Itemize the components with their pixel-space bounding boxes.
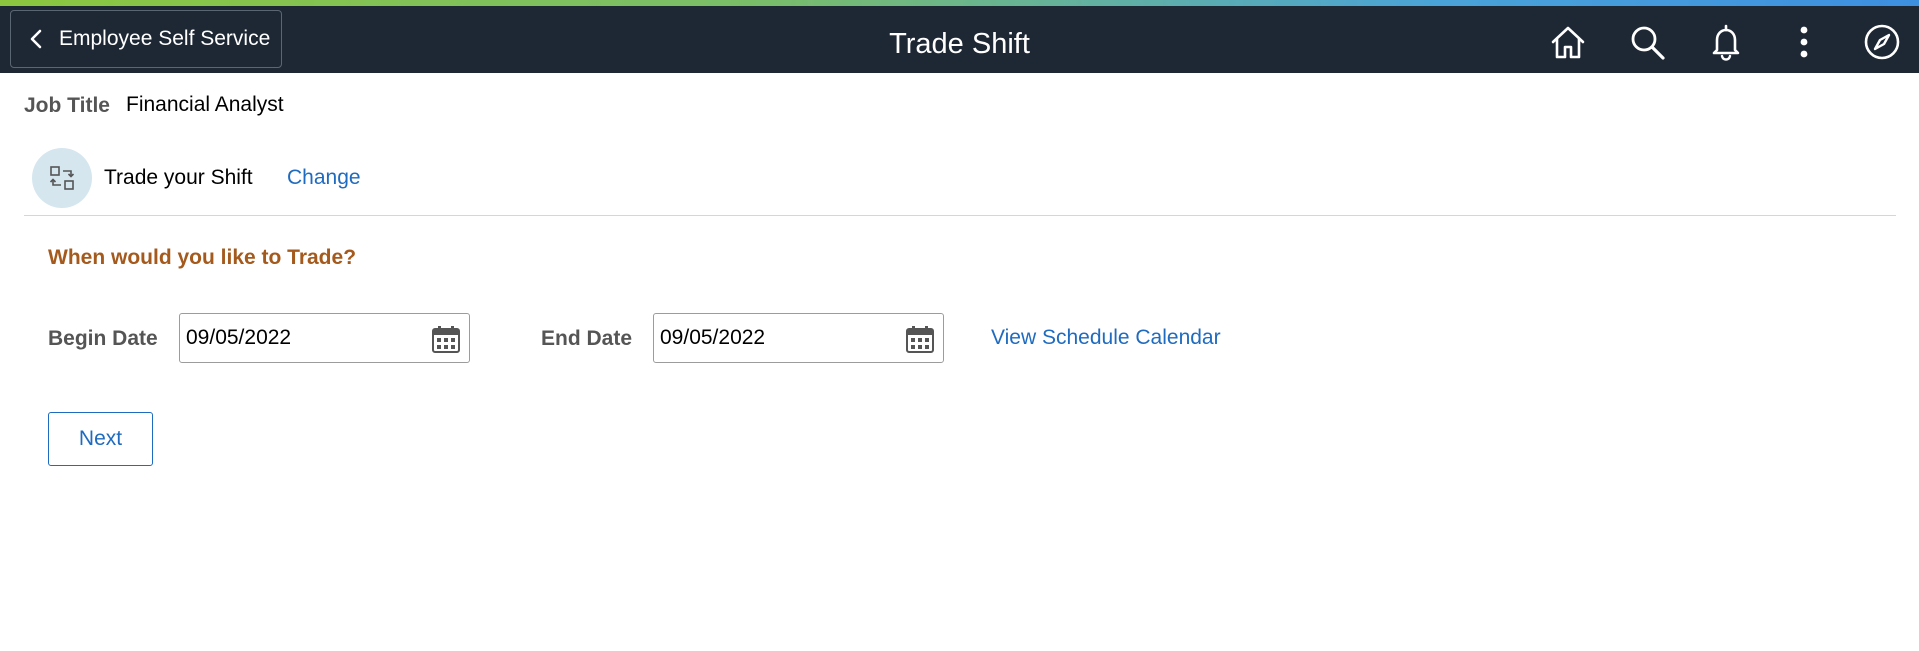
end-date-label: End Date [541,327,633,350]
next-button[interactable]: Next [48,412,153,466]
begin-date-label: Begin Date [48,327,158,350]
search-icon[interactable] [1627,22,1667,62]
compass-icon[interactable] [1862,22,1902,62]
trade-question: When would you like to Trade? [48,246,357,269]
bell-icon[interactable] [1706,22,1746,62]
begin-date-input[interactable] [186,326,416,350]
header-bar: Employee Self Service Trade Shift [0,6,1919,73]
begin-date-field[interactable] [179,313,470,363]
job-title-label: Job Title [24,94,110,117]
job-title-value: Financial Analyst [126,93,284,116]
calendar-icon[interactable] [431,324,461,354]
change-link[interactable]: Change [287,166,361,190]
home-icon[interactable] [1548,22,1588,62]
more-vertical-icon[interactable] [1784,22,1824,62]
calendar-icon[interactable] [905,324,935,354]
end-date-input[interactable] [660,326,890,350]
divider [24,215,1896,216]
swap-icon [49,166,75,190]
view-schedule-calendar-link[interactable]: View Schedule Calendar [991,326,1221,350]
trade-shift-label: Trade your Shift [104,166,253,189]
end-date-field[interactable] [653,313,944,363]
trade-icon-circle [32,148,92,208]
